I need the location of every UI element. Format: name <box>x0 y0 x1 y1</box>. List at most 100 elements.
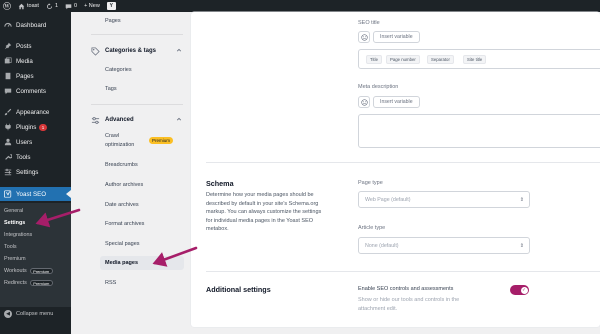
nav-item-date-archives[interactable]: Date archives <box>105 198 139 212</box>
menu-label: Tools <box>16 153 31 161</box>
chevron-up-icon <box>176 116 182 124</box>
nav-item-pages[interactable]: Pages <box>105 14 121 28</box>
insert-variable-button[interactable]: Insert variable <box>373 96 420 108</box>
nav-label: Crawl <box>105 132 120 139</box>
seo-title-label: SEO title <box>358 20 380 26</box>
additional-settings-title: Additional settings <box>206 285 271 294</box>
settings-card: SEO title Insert variable Title Page num… <box>191 12 600 327</box>
checkmark-icon: ✓ <box>520 286 528 294</box>
nav-item-format-archives[interactable]: Format archives <box>105 217 144 231</box>
premium-badge: Premium <box>149 137 174 144</box>
menu-item-posts[interactable]: Posts <box>0 39 71 53</box>
section-divider <box>206 271 600 272</box>
menu-item-dashboard[interactable]: Dashboard <box>0 18 71 32</box>
submenu-item-workouts[interactable]: Workouts Premium <box>4 265 53 276</box>
submenu-label: General <box>4 207 24 214</box>
premium-badge: Premium <box>29 267 53 274</box>
yoast-settings-nav: Pages Categories & tags Categories Tags … <box>71 12 191 334</box>
new-content-link[interactable]: + New <box>84 3 100 9</box>
menu-item-pages[interactable]: Pages <box>0 69 71 83</box>
chevron-up-icon <box>176 47 182 55</box>
menu-item-comments[interactable]: Comments <box>0 84 71 98</box>
nav-item-crawl-optimization-line2[interactable]: optimization <box>105 140 134 149</box>
comment-icon <box>4 87 12 95</box>
article-type-label: Article type <box>358 225 386 231</box>
yoast-icon <box>4 190 12 198</box>
menu-label: Yoast SEO <box>16 190 47 198</box>
emoji-picker-button[interactable] <box>358 96 370 108</box>
menu-label: Comments <box>16 87 46 95</box>
collapse-menu-button[interactable]: ◀ Collapse menu <box>4 310 53 318</box>
refresh-icon <box>46 2 52 9</box>
comments-link[interactable]: 0 <box>65 3 77 10</box>
nav-heading-label: Categories & tags <box>105 48 157 54</box>
nav-label: optimization <box>105 141 135 148</box>
nav-section-advanced[interactable]: Advanced <box>91 114 182 126</box>
menu-item-tools[interactable]: Tools <box>0 150 71 164</box>
submenu-item-premium[interactable]: Premium <box>4 253 26 264</box>
menu-item-media[interactable]: Media <box>0 54 71 68</box>
nav-section-categories-tags[interactable]: Categories & tags <box>91 45 182 57</box>
yoast-submenu: General Settings Integrations Tools Prem… <box>0 203 71 307</box>
menu-item-plugins[interactable]: Plugins 1 <box>0 120 71 134</box>
submenu-item-general[interactable]: General <box>4 205 23 216</box>
submenu-label: Settings <box>4 219 26 226</box>
nav-item-rss[interactable]: RSS <box>105 276 116 290</box>
nav-item-tags[interactable]: Tags <box>105 82 117 96</box>
wrench-icon <box>4 153 12 161</box>
nav-divider <box>91 104 183 105</box>
insert-variable-button[interactable]: Insert variable <box>373 31 420 43</box>
menu-item-yoast-seo[interactable]: Yoast SEO <box>0 187 71 201</box>
nav-label: Breadcrumbs <box>105 162 138 168</box>
collapse-label: Collapse menu <box>16 311 54 317</box>
yoast-icon: Y <box>106 2 116 10</box>
submenu-item-integrations[interactable]: Integrations <box>4 229 32 240</box>
menu-label: Pages <box>16 72 34 80</box>
updates-link[interactable]: 1 <box>46 2 58 10</box>
collapse-arrow-icon: ◀ <box>4 310 12 318</box>
variable-chip[interactable]: Title <box>366 55 382 64</box>
submenu-item-tools[interactable]: Tools <box>4 241 17 252</box>
nav-label: Media pages <box>105 260 139 266</box>
settings-icon <box>4 168 12 176</box>
menu-item-settings[interactable]: Settings <box>0 165 71 179</box>
nav-label: RSS <box>105 280 117 286</box>
seo-controls-toggle[interactable]: ✓ <box>510 285 529 295</box>
nav-heading-label: Advanced <box>105 117 134 123</box>
comments-count: 0 <box>74 3 78 9</box>
site-name-link[interactable]: toast <box>18 3 39 10</box>
meta-description-textarea[interactable] <box>358 114 600 148</box>
admin-bar: W toast 1 0 + New Y <box>0 0 600 12</box>
nav-item-breadcrumbs[interactable]: Breadcrumbs <box>105 158 138 172</box>
nav-item-crawl-optimization-line1[interactable]: Crawl <box>105 131 119 140</box>
menu-label: Settings <box>16 168 39 176</box>
site-name: toast <box>27 3 39 9</box>
page-type-value: Web Page (default) <box>365 196 411 203</box>
updates-count: 1 <box>54 3 58 9</box>
article-type-value: None (default) <box>365 242 399 249</box>
menu-item-users[interactable]: Users <box>0 135 71 149</box>
article-type-select[interactable]: None (default) ⇕ <box>358 237 530 254</box>
seo-title-input[interactable]: Title Page number Separator Site title <box>358 49 600 69</box>
nav-label: Date archives <box>105 202 139 208</box>
nav-item-author-archives[interactable]: Author archives <box>105 178 143 192</box>
menu-item-appearance[interactable]: Appearance <box>0 105 71 119</box>
nav-divider <box>91 34 183 35</box>
page-type-select[interactable]: Web Page (default) ⇕ <box>358 191 530 208</box>
seo-controls-toggle-label: Enable SEO controls and assessments <box>358 286 454 292</box>
submenu-item-settings[interactable]: Settings <box>4 217 25 228</box>
wordpress-logo-icon[interactable]: W <box>3 2 11 10</box>
schema-section-title: Schema <box>206 179 234 188</box>
svg-text:W: W <box>4 5 10 10</box>
menu-label: Plugins <box>16 123 37 131</box>
nav-item-categories[interactable]: Categories <box>105 63 132 77</box>
variable-chip[interactable]: Separator <box>427 55 454 64</box>
variable-chip[interactable]: Page number <box>386 55 420 64</box>
nav-item-special-pages[interactable]: Special pages <box>105 237 140 251</box>
emoji-picker-button[interactable] <box>358 31 370 43</box>
nav-item-media-pages[interactable]: Media pages <box>100 256 184 270</box>
yoast-adminbar-menu[interactable]: Y <box>106 2 116 10</box>
brush-icon <box>4 108 12 116</box>
variable-chip[interactable]: Site title <box>463 55 487 64</box>
submenu-item-redirects[interactable]: Redirects Premium <box>4 277 53 288</box>
